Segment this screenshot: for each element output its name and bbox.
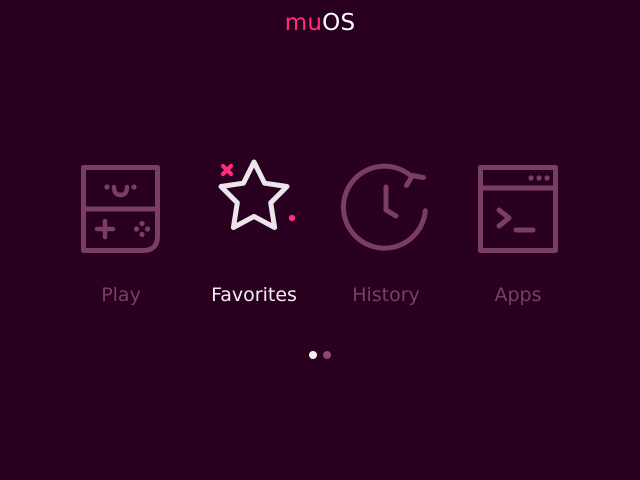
- history-clock-icon: [341, 150, 428, 260]
- star-icon: [214, 150, 296, 260]
- gameboy-icon: [81, 150, 161, 260]
- menu-item-label-history: History: [352, 284, 420, 306]
- menu-item-play[interactable]: Play: [51, 150, 191, 320]
- menu-item-history[interactable]: History: [316, 150, 456, 320]
- page-dot-1[interactable]: [309, 351, 317, 359]
- page-indicator: [0, 351, 640, 359]
- menu-item-favorites[interactable]: Favorites: [184, 150, 324, 320]
- page-dot-2[interactable]: [323, 351, 331, 359]
- app-title-mu: mu: [284, 10, 323, 36]
- menu-item-label-apps: Apps: [494, 284, 542, 306]
- menu-item-apps[interactable]: Apps: [448, 150, 588, 320]
- menu-item-label-play: Play: [101, 284, 141, 306]
- app-title: muOS: [0, 7, 640, 39]
- menu-item-label-favorites: Favorites: [211, 284, 297, 306]
- app-title-os: OS: [322, 10, 356, 36]
- terminal-window-icon: [478, 150, 558, 260]
